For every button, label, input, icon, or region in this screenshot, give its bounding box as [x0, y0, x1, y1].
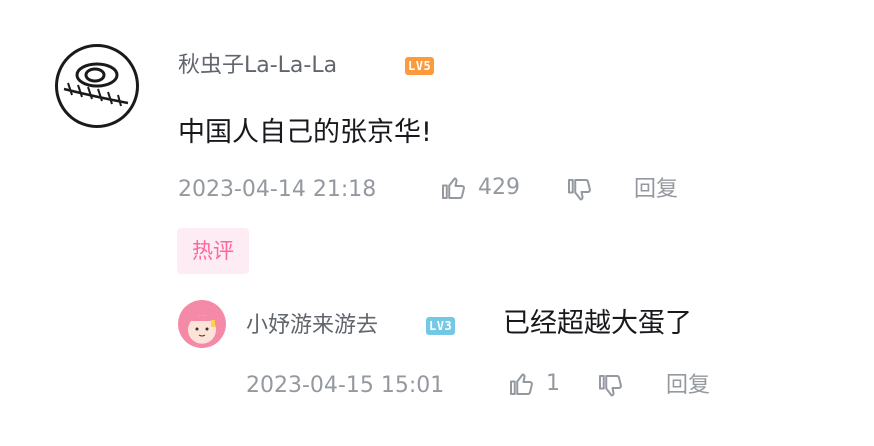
reply-dislike-button[interactable] [595, 371, 625, 401]
reply-like-button[interactable]: 1 [506, 369, 560, 399]
reply-like-count: 1 [546, 371, 560, 396]
reply-button[interactable]: 回复 [634, 176, 678, 204]
reply-timestamp: 2023-04-15 15:01 [246, 373, 445, 398]
reply-username[interactable]: 小妤游来游去 [246, 312, 378, 340]
user-avatar[interactable] [55, 44, 139, 128]
hot-comment-tag: 热评 [177, 228, 249, 274]
thumbs-down-icon [568, 179, 591, 201]
comment-username[interactable]: 秋虫子La-La-La [178, 52, 337, 80]
like-count: 429 [478, 175, 520, 200]
comment-timestamp: 2023-04-14 21:18 [178, 177, 377, 202]
dislike-button[interactable] [564, 175, 594, 205]
level-badge: LV5 [405, 57, 435, 75]
level-badge: LV3 [426, 317, 456, 335]
avatar-eye-drawing [63, 62, 129, 107]
like-button[interactable]: 429 [438, 173, 520, 203]
comment-text: 中国人自己的张京华! [178, 117, 432, 148]
thumbs-down-icon [599, 375, 622, 397]
reply-text: 已经超越大蛋了 [503, 308, 692, 339]
avatar-anime-girl [186, 306, 218, 341]
reply-reply-button[interactable]: 回复 [666, 372, 710, 400]
reply-user-avatar[interactable] [178, 300, 226, 348]
thumbs-up-icon [510, 373, 533, 395]
thumbs-up-icon [442, 177, 465, 199]
